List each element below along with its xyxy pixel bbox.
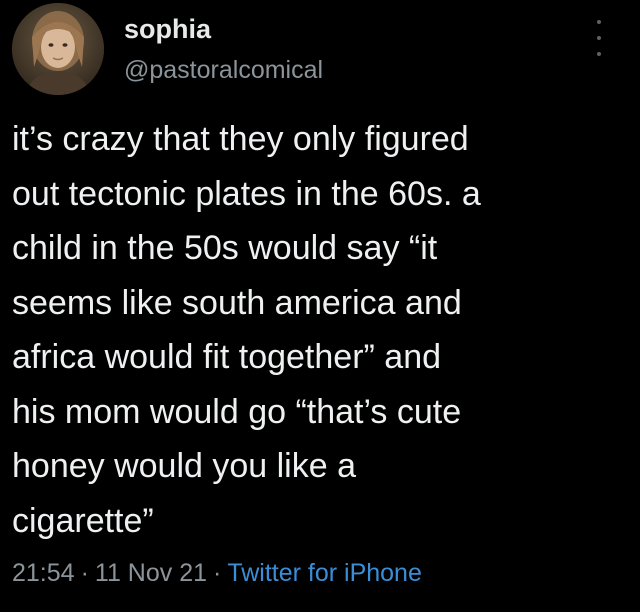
more-dot <box>597 52 601 56</box>
tweet-text-line: seems like south america and <box>12 283 462 322</box>
tweet-metadata: 21:54 · 11 Nov 21 · Twitter for iPhone <box>12 559 422 588</box>
tweet-time[interactable]: 21:54 <box>12 559 75 587</box>
tweet-text-line: honey would you like a <box>12 447 357 485</box>
tweet-text: it’s crazy that they only figured out te… <box>12 112 632 548</box>
tweet-text-line: africa would fit together” and <box>12 338 442 376</box>
more-dot <box>597 36 601 40</box>
tweet-text-line: child in the 50s would say “it <box>12 229 438 267</box>
tweet: sophia @pastoralcomical it’s crazy that … <box>0 0 640 612</box>
avatar[interactable] <box>12 3 104 95</box>
separator: · <box>80 559 89 587</box>
tweet-source-link[interactable]: Twitter for iPhone <box>227 559 422 587</box>
avatar-portrait-icon <box>12 3 104 95</box>
tweet-text-line: out tectonic plates in the 60s. a <box>12 174 481 213</box>
separator: · <box>213 559 222 587</box>
tweet-text-line: it’s crazy that they only figured <box>12 120 469 158</box>
author-handle[interactable]: @pastoralcomical <box>124 56 323 85</box>
tweet-date[interactable]: 11 Nov 21 <box>95 559 207 587</box>
more-dot <box>597 20 601 24</box>
tweet-text-line: cigarette” <box>12 501 154 540</box>
more-options-icon[interactable] <box>592 20 606 56</box>
tweet-text-line: his mom would go “that’s cute <box>12 392 462 431</box>
author-display-name[interactable]: sophia <box>124 14 211 45</box>
